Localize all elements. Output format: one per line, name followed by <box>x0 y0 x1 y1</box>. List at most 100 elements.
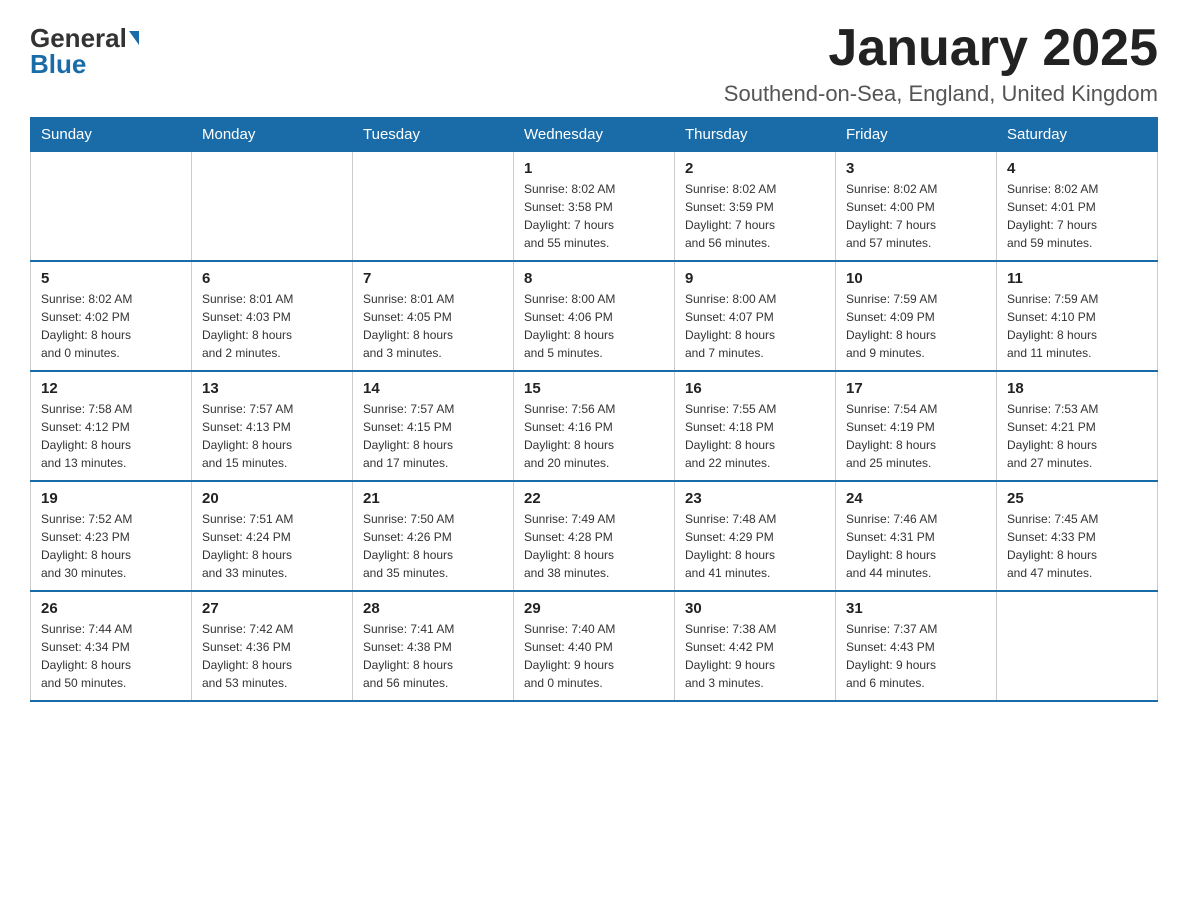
day-number: 29 <box>524 600 664 617</box>
day-number: 22 <box>524 490 664 507</box>
day-number: 28 <box>363 600 503 617</box>
day-number: 1 <box>524 160 664 177</box>
calendar-week-row: 19Sunrise: 7:52 AM Sunset: 4:23 PM Dayli… <box>31 481 1158 591</box>
calendar-cell: 14 Sunrise: 7:57 AM Sunset: 4:15 PM Dayli… <box>353 371 514 481</box>
calendar-cell <box>353 152 514 262</box>
calendar-cell: 31Sunrise: 7:37 AM Sunset: 4:43 PM Dayli… <box>836 591 997 701</box>
day-info: Sunrise: 7:56 AM Sunset: 4:16 PM Dayligh… <box>524 400 664 472</box>
day-number: 2 <box>685 160 825 177</box>
calendar-cell: 20 Sunrise: 7:51 AM Sunset: 4:24 PM Dayli… <box>192 481 353 591</box>
calendar-cell: 23 Sunrise: 7:48 AM Sunset: 4:29 PM Dayli… <box>675 481 836 591</box>
calendar-cell: 6 Sunrise: 8:01 AM Sunset: 4:03 PM Daylig… <box>192 261 353 371</box>
day-number: 24 <box>846 490 986 507</box>
calendar-cell: 7Sunrise: 8:01 AM Sunset: 4:05 PM Daylig… <box>353 261 514 371</box>
day-info: Sunrise: 8:00 AM Sunset: 4:07 PM Dayligh… <box>685 290 825 362</box>
day-info: Sunrise: 7:40 AM Sunset: 4:40 PM Dayligh… <box>524 620 664 692</box>
day-info: Sunrise: 7:55 AM Sunset: 4:18 PM Dayligh… <box>685 400 825 472</box>
day-info: Sunrise: 8:02 AM Sunset: 4:02 PM Dayligh… <box>41 290 181 362</box>
day-info: Sunrise: 7:58 AM Sunset: 4:12 PM Dayligh… <box>41 400 181 472</box>
day-number: 31 <box>846 600 986 617</box>
page-header: General Blue January 2025 Southend-on-Se… <box>30 20 1158 107</box>
calendar-cell: 19Sunrise: 7:52 AM Sunset: 4:23 PM Dayli… <box>31 481 192 591</box>
day-info: Sunrise: 8:01 AM Sunset: 4:03 PM Dayligh… <box>202 290 342 362</box>
calendar-table: SundayMondayTuesdayWednesdayThursdayFrid… <box>30 117 1158 702</box>
calendar-header-sunday: Sunday <box>31 118 192 152</box>
day-number: 20 <box>202 490 342 507</box>
day-number: 15 <box>524 380 664 397</box>
calendar-cell: 24Sunrise: 7:46 AM Sunset: 4:31 PM Dayli… <box>836 481 997 591</box>
calendar-week-row: 26Sunrise: 7:44 AM Sunset: 4:34 PM Dayli… <box>31 591 1158 701</box>
day-info: Sunrise: 7:41 AM Sunset: 4:38 PM Dayligh… <box>363 620 503 692</box>
day-number: 18 <box>1007 380 1147 397</box>
location-title: Southend-on-Sea, England, United Kingdom <box>724 81 1158 107</box>
calendar-cell: 27Sunrise: 7:42 AM Sunset: 4:36 PM Dayli… <box>192 591 353 701</box>
calendar-header-thursday: Thursday <box>675 118 836 152</box>
title-block: January 2025 Southend-on-Sea, England, U… <box>724 20 1158 107</box>
calendar-cell: 12Sunrise: 7:58 AM Sunset: 4:12 PM Dayli… <box>31 371 192 481</box>
day-info: Sunrise: 8:02 AM Sunset: 4:00 PM Dayligh… <box>846 180 986 252</box>
calendar-cell: 30 Sunrise: 7:38 AM Sunset: 4:42 PM Dayli… <box>675 591 836 701</box>
day-number: 17 <box>846 380 986 397</box>
day-number: 4 <box>1007 160 1147 177</box>
calendar-cell: 13Sunrise: 7:57 AM Sunset: 4:13 PM Dayli… <box>192 371 353 481</box>
calendar-week-row: 12Sunrise: 7:58 AM Sunset: 4:12 PM Dayli… <box>31 371 1158 481</box>
day-number: 9 <box>685 270 825 287</box>
day-number: 13 <box>202 380 342 397</box>
calendar-cell: 4 Sunrise: 8:02 AM Sunset: 4:01 PM Daylig… <box>997 152 1158 262</box>
day-number: 25 <box>1007 490 1147 507</box>
calendar-cell: 15 Sunrise: 7:56 AM Sunset: 4:16 PM Dayli… <box>514 371 675 481</box>
day-number: 3 <box>846 160 986 177</box>
day-info: Sunrise: 7:57 AM Sunset: 4:15 PM Dayligh… <box>363 400 503 472</box>
calendar-cell: 28 Sunrise: 7:41 AM Sunset: 4:38 PM Dayli… <box>353 591 514 701</box>
day-info: Sunrise: 8:02 AM Sunset: 3:58 PM Dayligh… <box>524 180 664 252</box>
calendar-cell: 16 Sunrise: 7:55 AM Sunset: 4:18 PM Dayli… <box>675 371 836 481</box>
calendar-cell <box>192 152 353 262</box>
day-info: Sunrise: 7:49 AM Sunset: 4:28 PM Dayligh… <box>524 510 664 582</box>
day-number: 16 <box>685 380 825 397</box>
day-info: Sunrise: 7:42 AM Sunset: 4:36 PM Dayligh… <box>202 620 342 692</box>
day-number: 30 <box>685 600 825 617</box>
day-info: Sunrise: 7:44 AM Sunset: 4:34 PM Dayligh… <box>41 620 181 692</box>
calendar-cell <box>31 152 192 262</box>
day-info: Sunrise: 7:59 AM Sunset: 4:09 PM Dayligh… <box>846 290 986 362</box>
calendar-header-wednesday: Wednesday <box>514 118 675 152</box>
calendar-cell: 5 Sunrise: 8:02 AM Sunset: 4:02 PM Daylig… <box>31 261 192 371</box>
day-info: Sunrise: 7:45 AM Sunset: 4:33 PM Dayligh… <box>1007 510 1147 582</box>
day-info: Sunrise: 8:02 AM Sunset: 4:01 PM Dayligh… <box>1007 180 1147 252</box>
calendar-cell: 22 Sunrise: 7:49 AM Sunset: 4:28 PM Dayli… <box>514 481 675 591</box>
calendar-cell: 21 Sunrise: 7:50 AM Sunset: 4:26 PM Dayli… <box>353 481 514 591</box>
day-info: Sunrise: 7:59 AM Sunset: 4:10 PM Dayligh… <box>1007 290 1147 362</box>
day-info: Sunrise: 7:53 AM Sunset: 4:21 PM Dayligh… <box>1007 400 1147 472</box>
day-number: 23 <box>685 490 825 507</box>
calendar-cell <box>997 591 1158 701</box>
calendar-cell: 29 Sunrise: 7:40 AM Sunset: 4:40 PM Dayli… <box>514 591 675 701</box>
day-info: Sunrise: 7:50 AM Sunset: 4:26 PM Dayligh… <box>363 510 503 582</box>
calendar-cell: 8Sunrise: 8:00 AM Sunset: 4:06 PM Daylig… <box>514 261 675 371</box>
day-number: 5 <box>41 270 181 287</box>
logo: General Blue <box>30 20 139 77</box>
day-info: Sunrise: 7:48 AM Sunset: 4:29 PM Dayligh… <box>685 510 825 582</box>
day-number: 7 <box>363 270 503 287</box>
day-number: 11 <box>1007 270 1147 287</box>
calendar-cell: 26Sunrise: 7:44 AM Sunset: 4:34 PM Dayli… <box>31 591 192 701</box>
day-number: 21 <box>363 490 503 507</box>
logo-triangle-icon <box>129 31 139 45</box>
calendar-cell: 10Sunrise: 7:59 AM Sunset: 4:09 PM Dayli… <box>836 261 997 371</box>
calendar-cell: 25 Sunrise: 7:45 AM Sunset: 4:33 PM Dayli… <box>997 481 1158 591</box>
day-info: Sunrise: 7:51 AM Sunset: 4:24 PM Dayligh… <box>202 510 342 582</box>
calendar-cell: 9 Sunrise: 8:00 AM Sunset: 4:07 PM Daylig… <box>675 261 836 371</box>
calendar-header-friday: Friday <box>836 118 997 152</box>
calendar-cell: 11 Sunrise: 7:59 AM Sunset: 4:10 PM Dayli… <box>997 261 1158 371</box>
day-number: 6 <box>202 270 342 287</box>
calendar-header-row: SundayMondayTuesdayWednesdayThursdayFrid… <box>31 118 1158 152</box>
day-info: Sunrise: 8:02 AM Sunset: 3:59 PM Dayligh… <box>685 180 825 252</box>
day-info: Sunrise: 7:54 AM Sunset: 4:19 PM Dayligh… <box>846 400 986 472</box>
day-info: Sunrise: 7:38 AM Sunset: 4:42 PM Dayligh… <box>685 620 825 692</box>
calendar-cell: 3 Sunrise: 8:02 AM Sunset: 4:00 PM Daylig… <box>836 152 997 262</box>
month-title: January 2025 <box>724 20 1158 77</box>
calendar-header-tuesday: Tuesday <box>353 118 514 152</box>
calendar-cell: 18 Sunrise: 7:53 AM Sunset: 4:21 PM Dayli… <box>997 371 1158 481</box>
day-info: Sunrise: 7:52 AM Sunset: 4:23 PM Dayligh… <box>41 510 181 582</box>
day-info: Sunrise: 8:00 AM Sunset: 4:06 PM Dayligh… <box>524 290 664 362</box>
day-number: 14 <box>363 380 503 397</box>
